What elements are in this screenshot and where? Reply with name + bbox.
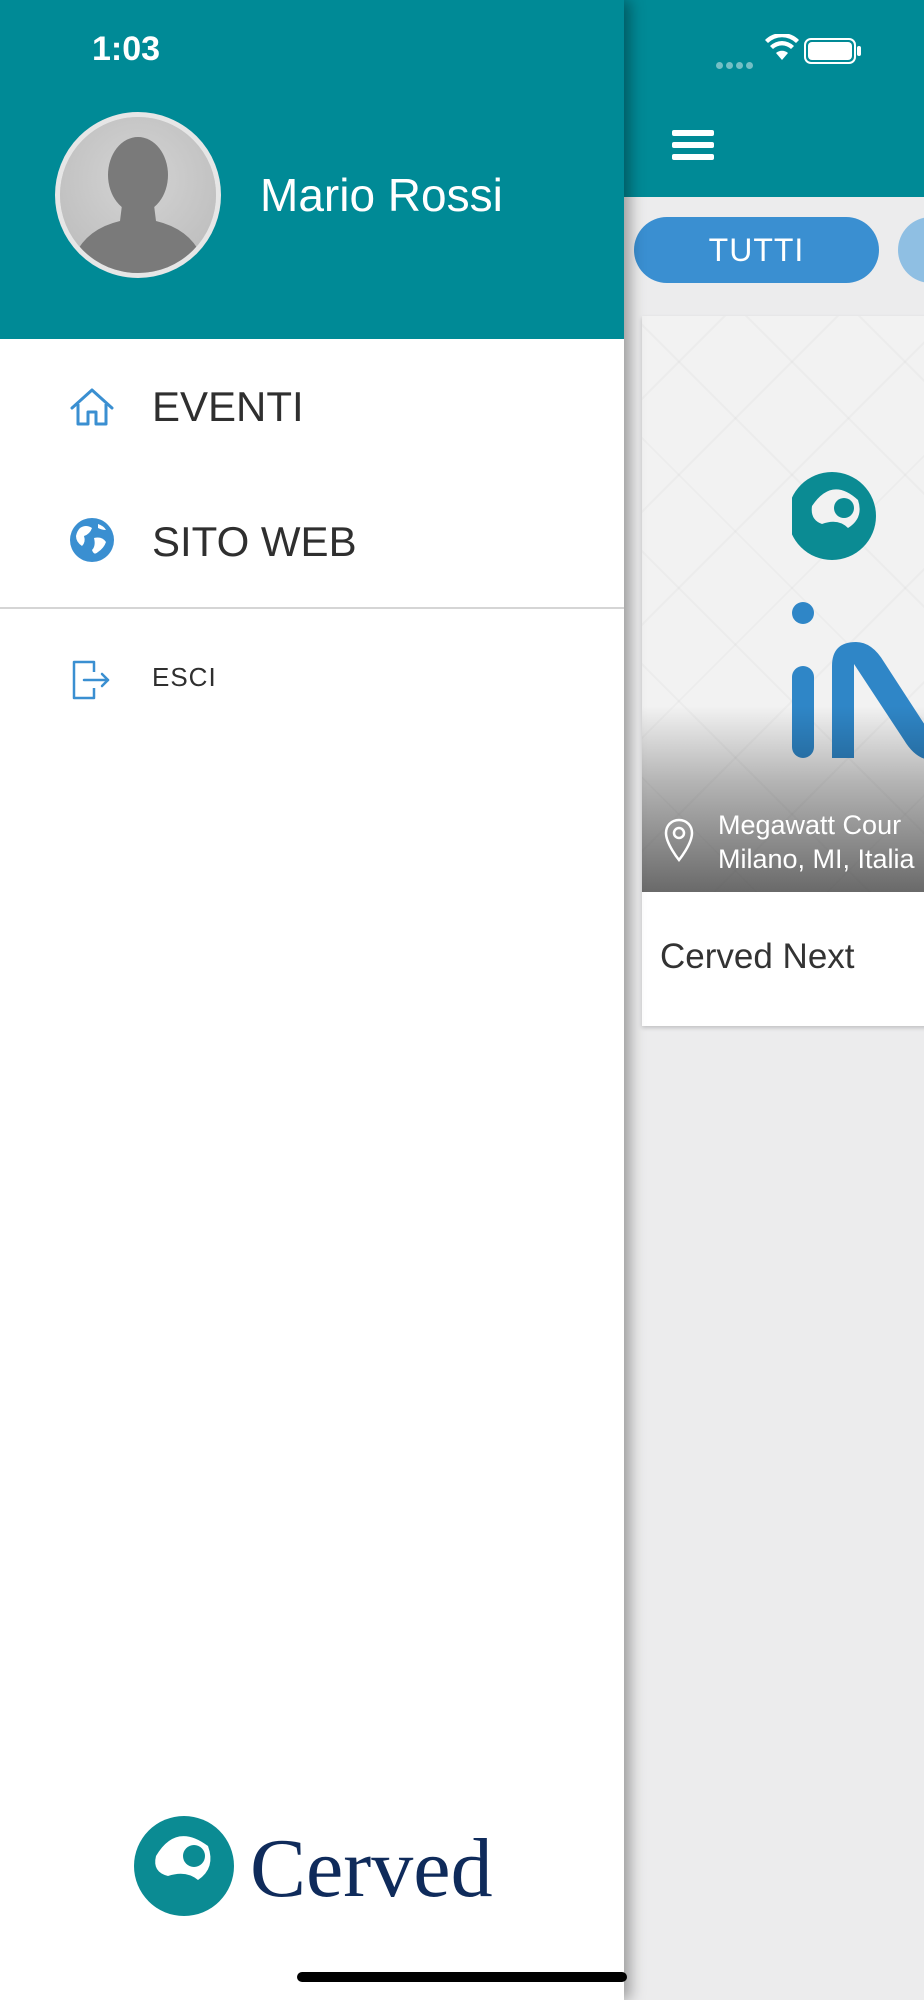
filter-chip-tutti[interactable]: TUTTI (634, 217, 879, 283)
side-drawer: 1:03 Mario Rossi EVENTI SITO WEB ESCI Ce… (0, 0, 624, 2000)
brand-name: Cerved (250, 1822, 493, 1915)
event-location-line1: Megawatt Cour (718, 810, 902, 840)
logout-icon (72, 660, 110, 700)
home-icon (70, 388, 114, 426)
status-time: 1:03 (92, 30, 161, 68)
drawer-header: 1:03 Mario Rossi (0, 0, 624, 339)
drawer-item-esci[interactable]: ESCI (0, 614, 624, 744)
event-title: Cerved Next (660, 937, 855, 976)
globe-icon (70, 518, 114, 562)
battery-icon (804, 38, 861, 64)
avatar[interactable] (55, 112, 221, 278)
status-icons (716, 34, 916, 69)
drawer-item-label: SITO WEB (152, 518, 357, 565)
drawer-item-label: EVENTI (152, 383, 304, 430)
filter-bar: TUTTI (624, 197, 924, 297)
drawer-item-label: ESCI (152, 662, 217, 692)
home-indicator[interactable] (297, 1972, 627, 1982)
location-pin-icon (664, 818, 694, 862)
event-image: Megawatt Cour Milano, MI, Italia (642, 316, 924, 892)
event-card[interactable]: Megawatt Cour Milano, MI, Italia Cerved … (642, 316, 924, 1026)
drawer-item-sito-web[interactable]: SITO WEB (0, 475, 624, 605)
event-location: Megawatt Cour Milano, MI, Italia (718, 808, 924, 876)
event-location-line2: Milano, MI, Italia (718, 844, 915, 874)
app-header (624, 0, 924, 197)
filter-chip[interactable] (898, 217, 924, 283)
drawer-item-eventi[interactable]: EVENTI (0, 340, 624, 470)
wifi-icon (765, 34, 799, 60)
events-screen: TUTTI Megawatt Cour Milano, MI, Italia C… (624, 0, 924, 2000)
cellular-signal-icon (716, 56, 756, 74)
user-name: Mario Rossi (260, 169, 503, 221)
menu-toggle-button[interactable] (672, 126, 714, 164)
cerved-logo: Cerved (134, 1816, 493, 1916)
drawer-divider (0, 607, 624, 609)
user-silhouette-icon (60, 117, 216, 273)
